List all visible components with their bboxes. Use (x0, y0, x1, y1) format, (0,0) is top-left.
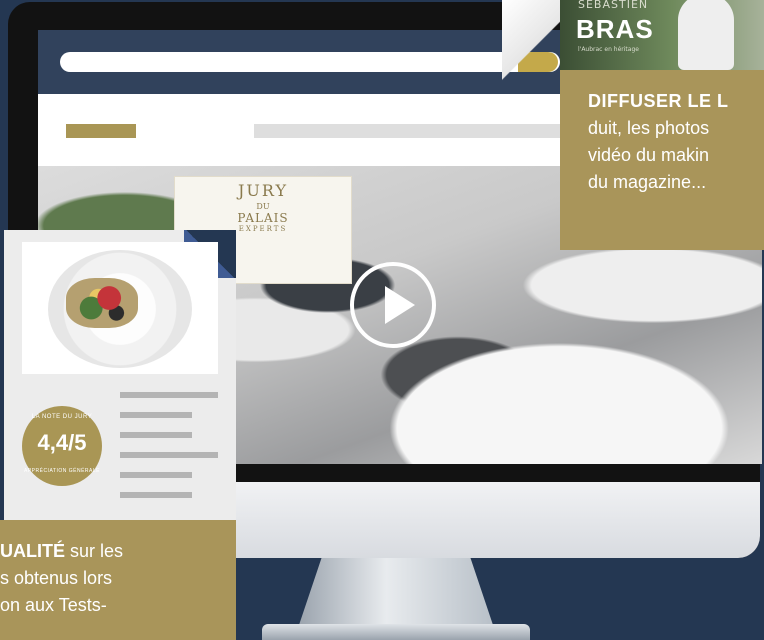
text-line (120, 412, 192, 418)
banner-line1: JURY (237, 181, 288, 200)
banner-line3: PALAIS (237, 211, 289, 225)
header-logo-placeholder[interactable] (66, 124, 136, 138)
qualite-title-rest: sur les (65, 541, 124, 561)
qualite-line1: s obtenus lors (0, 568, 113, 588)
header-menu-placeholder[interactable] (254, 124, 574, 138)
dish-image (66, 278, 138, 328)
diffuser-text-box: DIFFUSER LE L duit, les photos vidéo du … (560, 70, 764, 250)
chef-photo (678, 0, 734, 70)
badge-score: 4,4/5 (37, 430, 87, 455)
diffuser-title: DIFFUSER LE L (588, 91, 729, 111)
address-bar[interactable] (60, 52, 560, 72)
monitor-stand (298, 558, 494, 628)
qualite-text-box: UALITÉ sur les s obtenus lors on aux Tes… (0, 520, 236, 640)
play-icon[interactable] (350, 262, 436, 348)
jury-score-badge: LA NOTE DU JURY 4,4/5 APPRÉCIATION GÉNÉR… (22, 406, 102, 486)
magazine-firstname: SÉBASTIEN (578, 0, 649, 11)
text-line (120, 432, 192, 438)
diffuser-line3: du magazine... (588, 172, 707, 192)
diffuser-line1: duit, les photos (588, 118, 710, 138)
text-line (120, 452, 218, 458)
text-line (120, 472, 192, 478)
qualite-title: UALITÉ (0, 541, 65, 561)
qualite-title-line: UALITÉ sur les (0, 538, 236, 565)
qualite-line2: on aux Tests- (0, 595, 107, 615)
magazine-lastname: BRAS (576, 14, 654, 44)
magazine-cover: SÉBASTIEN BRAS l'Aubrac en héritage (560, 0, 764, 70)
badge-top-text: LA NOTE DU JURY (31, 414, 93, 420)
dish-photo (22, 242, 218, 374)
magazine-subtitle: l'Aubrac en héritage (578, 46, 639, 53)
text-line (120, 392, 218, 398)
banner-line2: DU (256, 202, 270, 211)
page-fold-corner (502, 0, 560, 100)
report-text-lines (120, 392, 218, 512)
monitor-stand-base (262, 624, 530, 640)
text-line (120, 492, 192, 498)
diffuser-line2: vidéo du makin (588, 145, 710, 165)
badge-bottom-text: APPRÉCIATION GÉNÉRALE (24, 468, 100, 474)
